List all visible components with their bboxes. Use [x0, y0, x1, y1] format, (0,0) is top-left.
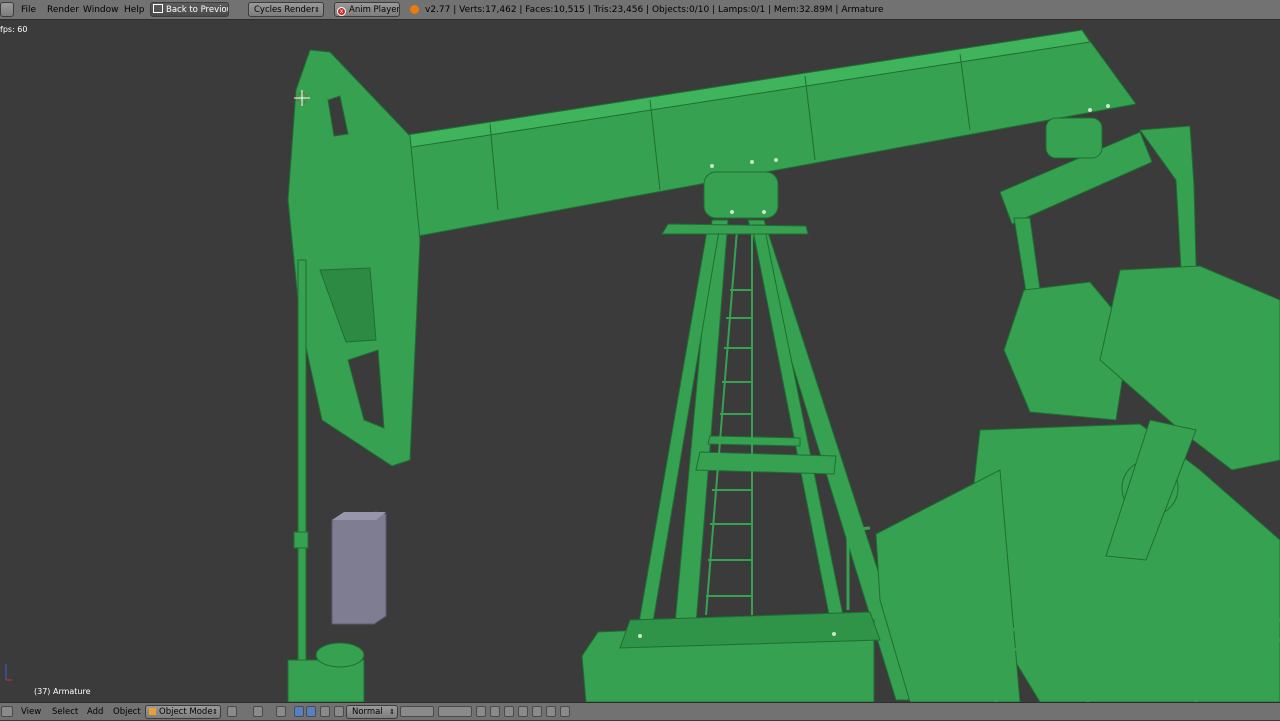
transform-orientation-icon[interactable]	[334, 706, 344, 717]
screen-icon	[153, 4, 163, 13]
3d-viewport[interactable]: fps: 60 (37) Armature	[0, 20, 1280, 702]
derrick-platform	[661, 223, 809, 235]
rotate-manipulator[interactable]	[306, 706, 316, 717]
menu-window[interactable]: Window	[83, 0, 119, 20]
transform-orientation-select[interactable]: Normal ⇕	[346, 705, 398, 719]
mode-value: Object Mode	[159, 707, 213, 717]
cancel-icon: x	[337, 7, 346, 16]
horse-head	[287, 49, 421, 467]
blender-logo-icon	[410, 5, 419, 14]
scale-manipulator[interactable]	[320, 706, 330, 717]
editor-type-icon[interactable]	[1, 706, 13, 717]
updown-arrows-icon: ⇕	[389, 708, 395, 716]
render-engine-select[interactable]: Cycles Render ⇕	[248, 2, 324, 17]
menu-file[interactable]: File	[21, 0, 36, 20]
layers-grid-1[interactable]	[400, 706, 434, 717]
snap-icon[interactable]	[504, 706, 514, 717]
reference-cube	[331, 511, 387, 625]
mode-select[interactable]: Object Mode ⇕	[145, 705, 221, 719]
render-engine-value: Cycles Render	[254, 5, 315, 15]
anim-player-label: Anim Player	[349, 5, 400, 15]
derrick-cross-beam-upper	[707, 435, 801, 447]
saddle-bearing	[1045, 117, 1103, 159]
wellhead	[287, 659, 365, 702]
pumpjack-model	[5, 29, 1280, 702]
3d-view-header: View Select Add Object Object Mode ⇕ Nor…	[0, 702, 1280, 720]
pivot-point-button[interactable]	[253, 706, 263, 717]
updown-arrows-icon: ⇕	[212, 708, 218, 716]
object-mode-icon	[149, 708, 156, 715]
menu-render[interactable]: Render	[47, 0, 79, 20]
translate-manipulator[interactable]	[294, 706, 304, 717]
active-object-label: (37) Armature	[34, 687, 91, 696]
orientation-value: Normal	[352, 707, 383, 717]
render-animation-icon[interactable]	[546, 706, 556, 717]
menu-add[interactable]: Add	[87, 703, 103, 721]
fps-readout: fps: 60	[0, 25, 28, 34]
layers-grid-2[interactable]	[438, 706, 472, 717]
back-to-previous-button[interactable]: Back to Previous	[150, 2, 229, 17]
menu-select[interactable]: Select	[52, 703, 78, 721]
rod-clamp	[293, 531, 309, 549]
editor-type-button[interactable]	[0, 2, 14, 17]
info-header: File Render Window Help Back to Previous…	[0, 0, 1280, 20]
opengl-render-icon[interactable]	[560, 706, 570, 717]
back-to-previous-label: Back to Previous	[166, 5, 228, 15]
polished-rod	[297, 259, 307, 681]
axis-gizmo	[5, 664, 12, 681]
menu-help[interactable]: Help	[124, 0, 145, 20]
render-preview-icon[interactable]	[532, 706, 542, 717]
pitman-arm-left	[1013, 217, 1041, 293]
updown-arrows-icon: ⇕	[314, 6, 320, 14]
menu-object[interactable]: Object	[113, 703, 141, 721]
centre-bearing	[703, 171, 779, 219]
manipulator-toggle[interactable]	[276, 706, 286, 717]
snap-target-icon[interactable]	[518, 706, 528, 717]
menu-view[interactable]: View	[21, 703, 41, 721]
proportional-edit-icon[interactable]	[490, 706, 500, 717]
viewport-shading-button[interactable]	[227, 706, 237, 717]
derrick-back-leg-right	[751, 224, 849, 641]
lock-camera-icon[interactable]	[476, 706, 486, 717]
scene-stats: v2.77 | Verts:17,462 | Faces:10,515 | Tr…	[425, 5, 884, 15]
anim-player-button[interactable]: x Anim Player	[334, 2, 400, 17]
